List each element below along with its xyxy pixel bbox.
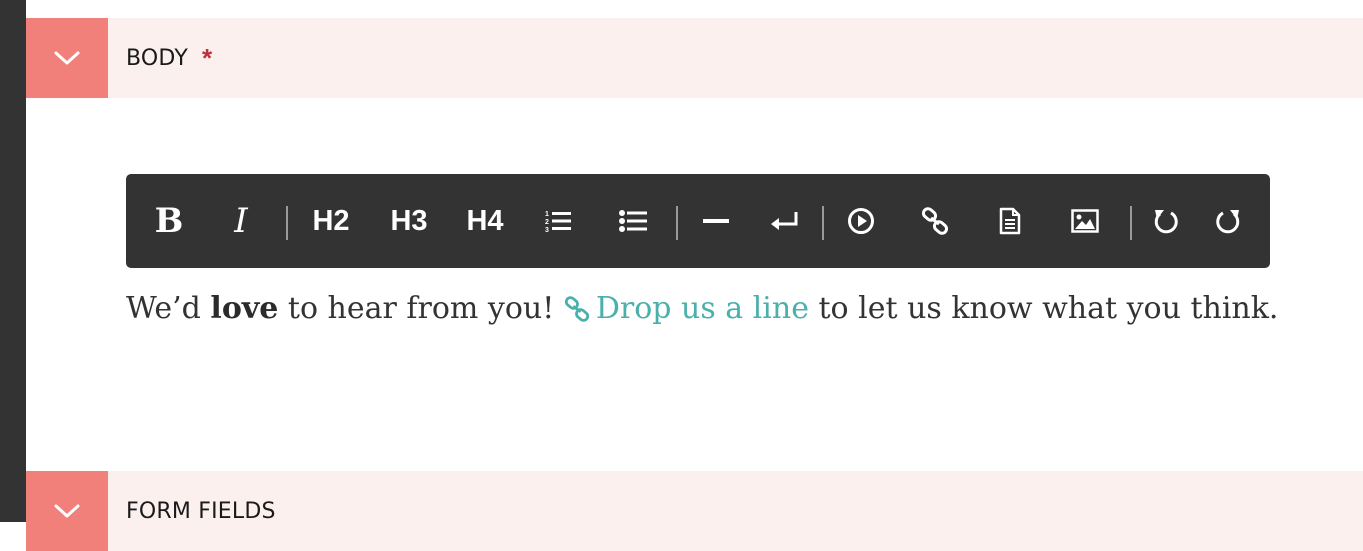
video-icon <box>848 208 874 234</box>
italic-button[interactable]: I <box>228 174 254 268</box>
toolbar-separator <box>286 206 288 240</box>
video-button[interactable] <box>846 174 876 268</box>
bullet-list-icon <box>619 210 647 232</box>
bullet-list-button[interactable] <box>618 174 648 268</box>
content-text: We’d <box>126 291 211 326</box>
h3-button[interactable]: H3 <box>388 174 430 268</box>
chevron-down-icon <box>54 51 80 65</box>
horizontal-rule-button[interactable] <box>702 174 730 268</box>
editor-content[interactable]: We’d love to hear from you! Drop us a li… <box>126 286 1306 336</box>
h2-button[interactable]: H2 <box>310 174 352 268</box>
redo-button[interactable] <box>1214 174 1242 268</box>
document-icon <box>999 207 1021 235</box>
ordered-list-icon: 1 2 3 <box>545 211 571 234</box>
undo-icon <box>1154 210 1178 234</box>
body-collapse-toggle[interactable] <box>26 18 108 98</box>
image-icon <box>1071 209 1099 233</box>
link-button[interactable] <box>920 174 950 268</box>
chevron-down-icon <box>54 504 80 518</box>
toolbar-separator <box>822 206 824 240</box>
image-button[interactable] <box>1070 174 1100 268</box>
redo-icon <box>1216 210 1240 234</box>
toolbar-separator <box>676 206 678 240</box>
document-button[interactable] <box>998 174 1022 268</box>
svg-text:1: 1 <box>545 211 549 218</box>
content-text: to hear from you! <box>278 291 564 326</box>
svg-text:3: 3 <box>545 227 549 234</box>
required-marker: * <box>202 43 213 73</box>
horizontal-rule-icon <box>703 219 729 223</box>
editor-toolbar: B I H2 H3 H4 1 2 3 <box>126 174 1270 268</box>
form-fields-section-title: FORM FIELDS <box>126 498 276 524</box>
body-section-header: BODY * <box>26 18 1363 98</box>
body-section-title: BODY <box>126 45 188 71</box>
content-bold-text: love <box>210 291 279 326</box>
h4-button[interactable]: H4 <box>464 174 506 268</box>
toolbar-separator <box>1130 206 1132 240</box>
line-break-icon <box>771 212 798 230</box>
svg-text:2: 2 <box>545 219 549 226</box>
link-icon <box>921 207 949 235</box>
undo-button[interactable] <box>1152 174 1180 268</box>
line-break-button[interactable] <box>770 174 800 268</box>
bold-button[interactable]: B <box>152 174 186 268</box>
content-text: to let us know what you think. <box>808 291 1279 326</box>
ordered-list-button[interactable]: 1 2 3 <box>544 174 572 268</box>
link-icon <box>564 290 590 336</box>
left-rail <box>0 0 26 522</box>
form-fields-collapse-toggle[interactable] <box>26 471 108 551</box>
form-fields-section-header: FORM FIELDS <box>26 471 1363 551</box>
drop-us-a-line-link[interactable]: Drop us a line <box>596 291 809 326</box>
